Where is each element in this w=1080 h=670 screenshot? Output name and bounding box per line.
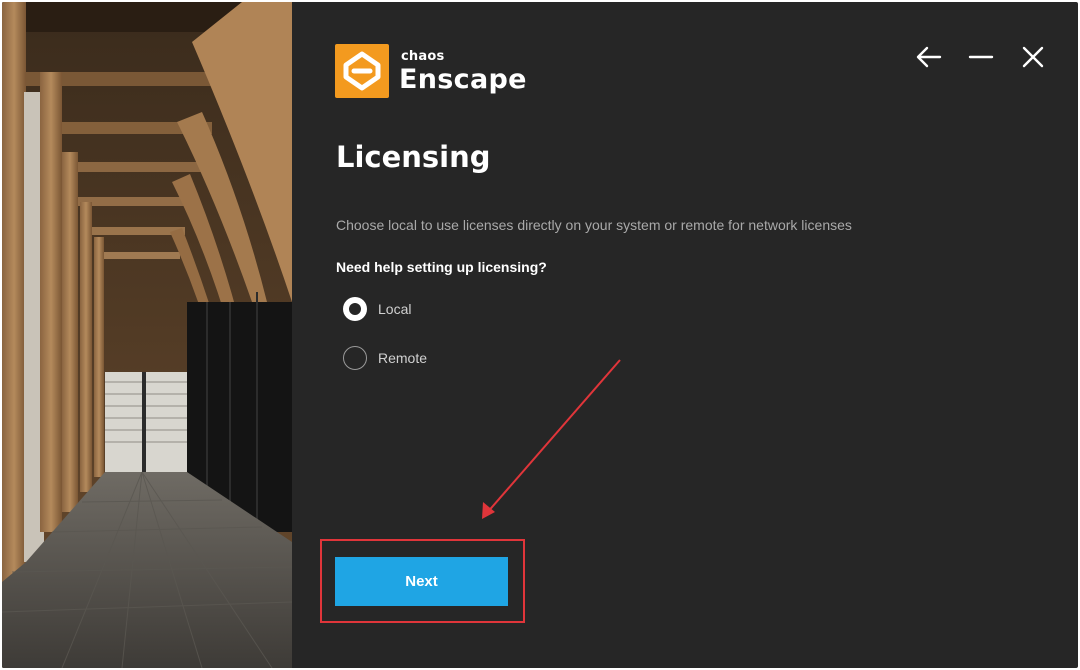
radio-label-local: Local bbox=[378, 301, 412, 317]
arrow-left-icon bbox=[916, 46, 942, 68]
licensing-description: Choose local to use licenses directly on… bbox=[336, 217, 852, 233]
enscape-logo: chaos Enscape bbox=[335, 44, 535, 104]
minimize-button[interactable] bbox=[966, 42, 996, 72]
brand-name: chaos bbox=[401, 49, 445, 64]
next-button[interactable]: Next bbox=[335, 557, 508, 606]
radio-unselected-icon[interactable] bbox=[343, 346, 367, 370]
radio-label-remote: Remote bbox=[378, 350, 428, 366]
radio-selected-icon[interactable] bbox=[343, 297, 367, 321]
license-option-remote[interactable]: Remote bbox=[343, 345, 427, 371]
enscape-logo-mark bbox=[335, 44, 389, 98]
license-option-local[interactable]: Local bbox=[343, 296, 411, 322]
product-name: Enscape bbox=[399, 64, 527, 95]
close-button[interactable] bbox=[1018, 42, 1048, 72]
back-button[interactable] bbox=[914, 42, 944, 72]
page-title: Licensing bbox=[336, 140, 491, 174]
installer-window: chaos Enscape Licensing Choose local to … bbox=[2, 2, 1078, 668]
minimize-icon bbox=[968, 55, 994, 59]
close-icon bbox=[1022, 46, 1044, 68]
licensing-panel: chaos Enscape Licensing Choose local to … bbox=[292, 2, 1078, 668]
corridor-photo bbox=[2, 2, 292, 668]
help-heading: Need help setting up licensing? bbox=[336, 259, 547, 275]
